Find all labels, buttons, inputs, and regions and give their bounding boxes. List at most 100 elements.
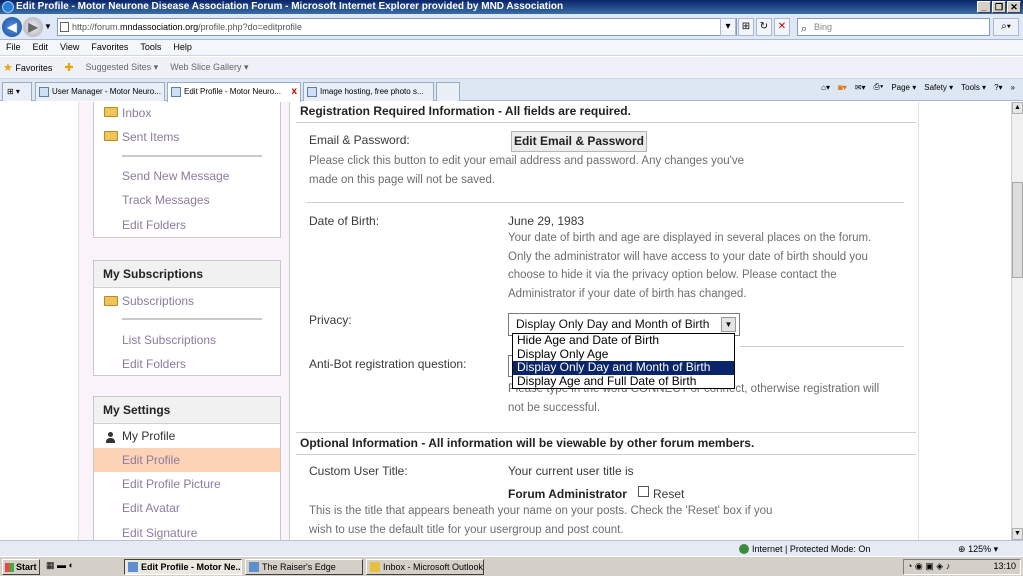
forward-button[interactable]: ▶ bbox=[23, 17, 43, 37]
web-slice-gallery-link[interactable]: Web Slice Gallery ▾ bbox=[170, 62, 248, 73]
scroll-thumb[interactable] bbox=[1012, 182, 1023, 278]
task-edit-profile[interactable]: Edit Profile - Motor Ne... bbox=[124, 559, 242, 575]
print-icon[interactable]: ⎙▾ bbox=[874, 82, 884, 92]
privacy-option[interactable]: Display Age and Full Date of Birth bbox=[513, 374, 734, 389]
home-icon[interactable]: ⌂▾ bbox=[821, 83, 830, 92]
subscriptions-link[interactable]: Subscriptions bbox=[122, 294, 194, 308]
stop-icon[interactable]: ✕ bbox=[774, 18, 790, 36]
folder-icon bbox=[104, 131, 118, 141]
tab-label: Image hosting, free photo s... bbox=[320, 87, 424, 96]
edit-folders-link[interactable]: Edit Folders bbox=[122, 357, 186, 371]
restore-button[interactable]: ❐ bbox=[992, 1, 1006, 13]
my-subscriptions-heading: My Subscriptions bbox=[94, 261, 280, 288]
page-menu[interactable]: Page ▾ bbox=[891, 83, 916, 92]
user-icon bbox=[106, 432, 115, 443]
address-input[interactable]: http://forum.mndassociation.org/profile.… bbox=[57, 18, 737, 36]
my-profile-link[interactable]: My Profile bbox=[122, 429, 175, 443]
compatibility-view-icon[interactable]: ⊞ bbox=[738, 18, 754, 36]
back-button[interactable]: ◀ bbox=[2, 17, 22, 37]
divider bbox=[296, 454, 916, 455]
tab-image-hosting[interactable]: Image hosting, free photo s... bbox=[303, 82, 434, 101]
email-description-1: Please click this button to edit your em… bbox=[309, 155, 744, 167]
menu-favorites[interactable]: Favorites bbox=[87, 40, 136, 55]
add-favorite-icon[interactable]: ✚ bbox=[64, 61, 73, 74]
outlook-icon bbox=[370, 562, 380, 572]
send-new-message-link[interactable]: Send New Message bbox=[122, 169, 229, 183]
security-zone[interactable]: Internet | Protected Mode: On bbox=[738, 542, 870, 556]
refresh-icon[interactable]: ↻ bbox=[756, 18, 772, 36]
tab-edit-profile[interactable]: Edit Profile - Motor Neuro... x bbox=[167, 82, 301, 102]
tab-user-manager[interactable]: User Manager - Motor Neuro... bbox=[35, 82, 165, 101]
tools-menu[interactable]: Tools ▾ bbox=[961, 83, 986, 92]
page-icon bbox=[307, 87, 317, 97]
menu-file[interactable]: File bbox=[2, 40, 29, 55]
zoom-control[interactable]: ⊕ 125% ▾ bbox=[958, 542, 998, 556]
address-toolbar: ◀ ▶ ▼ http://forum.mndassociation.org/pr… bbox=[0, 14, 1023, 40]
url-domain: mndassociation.org bbox=[120, 22, 199, 32]
scroll-down-arrow[interactable]: ▼ bbox=[1012, 528, 1023, 540]
tab-label: Edit Profile - Motor Neuro... bbox=[184, 87, 281, 96]
custom-title-value: Forum Administrator bbox=[508, 487, 627, 501]
favorites-label: Favorites bbox=[15, 63, 53, 73]
help-icon[interactable]: ?▾ bbox=[994, 83, 1002, 92]
separator bbox=[122, 318, 262, 320]
suggested-sites-link[interactable]: Suggested Sites ▾ bbox=[86, 62, 159, 73]
close-button[interactable]: ✕ bbox=[1007, 1, 1021, 13]
privacy-option[interactable]: Hide Age and Date of Birth bbox=[513, 334, 734, 348]
address-tools: ▾ ⊞ ↻ ✕ bbox=[720, 18, 790, 36]
quick-tabs-button[interactable]: ⊞ ▾ bbox=[2, 82, 32, 101]
close-tab-icon[interactable]: x bbox=[291, 83, 297, 100]
scroll-up-arrow[interactable]: ▲ bbox=[1012, 102, 1023, 114]
mail-icon[interactable]: ✉▾ bbox=[855, 83, 866, 92]
search-input[interactable]: ⌕ Bing bbox=[797, 18, 990, 36]
menu-help[interactable]: Help bbox=[169, 40, 200, 55]
minimize-button[interactable]: _ bbox=[977, 1, 991, 13]
sent-items-link[interactable]: Sent Items bbox=[122, 130, 179, 144]
url-prefix: http://forum. bbox=[72, 22, 121, 32]
dob-description-4: Administrator if your date of birth has … bbox=[508, 288, 747, 300]
chevron-down-icon[interactable]: ▼ bbox=[721, 317, 736, 332]
custom-title-current: Your current user title is bbox=[508, 464, 634, 478]
start-button[interactable]: Start bbox=[2, 559, 40, 575]
task-raisers-edge[interactable]: The Raiser's Edge bbox=[245, 559, 363, 575]
feeds-icon[interactable]: ◙▾ bbox=[838, 83, 847, 92]
address-dropdown-icon[interactable]: ▾ bbox=[720, 18, 736, 36]
privacy-option-selected[interactable]: Display Only Day and Month of Birth bbox=[513, 361, 734, 375]
edit-profile-link[interactable]: Edit Profile bbox=[122, 453, 180, 467]
status-bar: Internet | Protected Mode: On ⊕ 125% ▾ bbox=[0, 540, 1023, 556]
task-outlook-inbox[interactable]: Inbox - Microsoft Outlook bbox=[366, 559, 484, 575]
command-bar: ⌂▾ ◙▾ ✉▾ ⎙▾ Page ▾ Safety ▾ Tools ▾ ?▾ » bbox=[821, 82, 1015, 92]
edit-avatar-link[interactable]: Edit Avatar bbox=[122, 501, 180, 515]
reset-checkbox[interactable] bbox=[638, 486, 649, 497]
taskbar: Start ▦ ▬ ◐ Edit Profile - Motor Ne... T… bbox=[0, 556, 1023, 576]
email-description-2: made on this page will not be saved. bbox=[309, 174, 496, 186]
menu-tools[interactable]: Tools bbox=[136, 40, 169, 55]
custom-title-description-1: This is the title that appears beneath y… bbox=[309, 505, 773, 517]
edit-signature-link[interactable]: Edit Signature bbox=[122, 526, 197, 540]
privacy-option[interactable]: Display Only Age bbox=[513, 347, 734, 362]
clock[interactable]: 13:10 bbox=[993, 561, 1016, 571]
custom-title-label: Custom User Title: bbox=[309, 464, 408, 478]
vertical-scrollbar[interactable]: ▲ ▼ bbox=[1011, 102, 1023, 540]
menu-bar: File Edit View Favorites Tools Help bbox=[0, 40, 1023, 56]
internet-explorer-icon bbox=[128, 562, 138, 572]
safety-menu[interactable]: Safety ▾ bbox=[924, 83, 953, 92]
edit-profile-picture-link[interactable]: Edit Profile Picture bbox=[122, 477, 221, 491]
inbox-link[interactable]: Inbox bbox=[122, 106, 151, 120]
edit-folders-link[interactable]: Edit Folders bbox=[122, 218, 186, 232]
favorites-button[interactable]: ★ Favorites bbox=[3, 61, 52, 74]
dob-description-3: choose to hide it via the privacy option… bbox=[508, 269, 837, 281]
edit-email-password-button[interactable]: Edit Email & Password bbox=[511, 131, 647, 152]
menu-view[interactable]: View bbox=[56, 40, 87, 55]
recent-pages-dropdown[interactable]: ▼ bbox=[44, 22, 52, 31]
search-icon: ⌕ bbox=[801, 23, 808, 35]
new-tab-button[interactable] bbox=[436, 82, 460, 101]
search-button[interactable]: ⌕▾ bbox=[993, 18, 1019, 36]
more-icon[interactable]: » bbox=[1011, 83, 1015, 92]
tray-icons[interactable]: ◔ ◉ ▣ ◈ ♪ bbox=[907, 561, 950, 572]
list-subscriptions-link[interactable]: List Subscriptions bbox=[122, 333, 216, 347]
track-messages-link[interactable]: Track Messages bbox=[122, 193, 210, 207]
globe-icon bbox=[739, 544, 749, 554]
quick-launch-icons[interactable]: ▦ ▬ ◐ bbox=[46, 560, 74, 571]
menu-edit[interactable]: Edit bbox=[29, 40, 57, 55]
